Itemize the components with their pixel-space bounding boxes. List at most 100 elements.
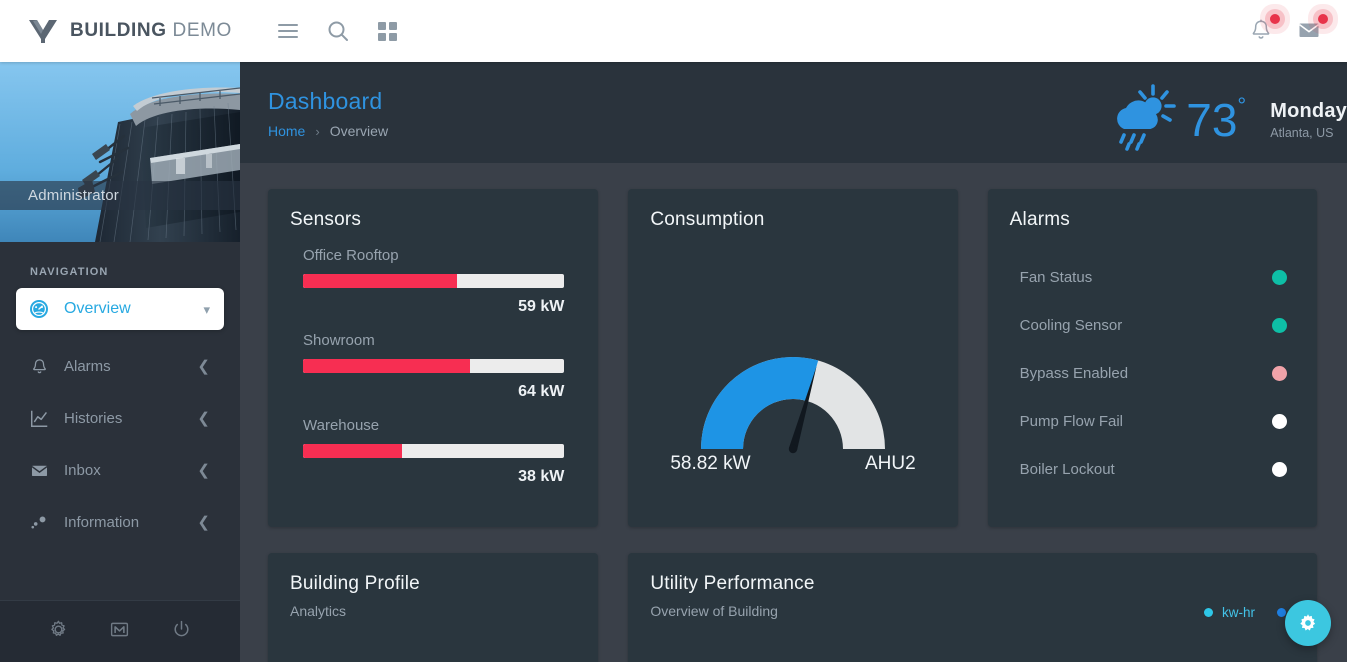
sidebar-item-label: Alarms (64, 358, 197, 375)
logo-icon (28, 18, 58, 44)
sidebar-item-histories[interactable]: Histories ❮ (16, 396, 224, 440)
sidebar-item-alarms[interactable]: Alarms ❮ (16, 344, 224, 388)
main-area: Dashboard Home › Overview (240, 62, 1347, 662)
chevron-left-icon: ❮ (197, 411, 210, 426)
top-icon-group (276, 19, 400, 43)
sensor-row: Warehouse 38 kW (303, 417, 564, 486)
sidebar-nav: Overview ▾ Alarms ❮ (0, 288, 240, 544)
nav-heading: NAVIGATION (0, 242, 240, 288)
envelope-notification-dot (1318, 14, 1328, 24)
sensor-value: 64 kW (303, 383, 564, 401)
envelope-icon (28, 461, 50, 480)
sensor-name: Warehouse (303, 417, 564, 434)
card-subtitle: Analytics (268, 595, 598, 619)
sensor-row: Showroom 64 kW (303, 332, 564, 401)
nodes-icon (28, 513, 50, 532)
weather-temperature: 73° (1186, 97, 1246, 143)
bell-icon[interactable] (1249, 18, 1275, 44)
status-badge (1272, 318, 1287, 333)
chevron-left-icon: ❮ (197, 463, 210, 478)
alarm-name: Fan Status (1020, 269, 1272, 286)
chart-legend: kw-hr (1204, 605, 1295, 620)
legend-label: kw-hr (1222, 605, 1255, 620)
bell-notification-dot (1270, 14, 1280, 24)
sidebar-item-information[interactable]: Information ❮ (16, 500, 224, 544)
building-profile-card: Building Profile Analytics (268, 553, 598, 662)
chevron-down-icon: ▾ (203, 303, 210, 316)
sun-cloud-rain-icon (1104, 82, 1182, 157)
alarm-list: Fan Status Cooling Sensor Bypass Enabled (988, 231, 1317, 493)
sensor-progress-bar (303, 359, 564, 373)
dashboard-content: Sensors Office Rooftop 59 kW Showroom (240, 163, 1347, 662)
card-title: Building Profile (268, 553, 598, 595)
weather-widget: 73° Monday Atlanta, US (1104, 82, 1347, 157)
status-badge (1272, 270, 1287, 285)
legend-dot (1204, 608, 1213, 617)
sensor-progress-fill (303, 444, 402, 458)
brand[interactable]: BUILDING DEMO (28, 18, 232, 44)
consumption-gauge (628, 231, 957, 461)
sidebar-footer (0, 600, 240, 662)
breadcrumb-home[interactable]: Home (268, 123, 305, 139)
alarm-row: Boiler Lockout (1020, 445, 1287, 493)
weather-location: Atlanta, US (1270, 126, 1347, 140)
sensor-progress-fill (303, 359, 470, 373)
card-title: Alarms (988, 189, 1317, 231)
sensor-progress-bar (303, 444, 564, 458)
profile-banner: Administrator (0, 62, 240, 242)
app-root: BUILDING DEMO (0, 0, 1347, 662)
gear-icon[interactable] (48, 619, 69, 645)
legend-item[interactable]: kw-hr (1204, 605, 1255, 620)
alarms-card: Alarms Fan Status Cooling Sensor Bypass … (988, 189, 1317, 527)
top-right-group (1249, 18, 1323, 44)
alarm-row: Pump Flow Fail (1020, 397, 1287, 445)
status-badge (1272, 414, 1287, 429)
sensor-value: 38 kW (303, 468, 564, 486)
alarm-row: Cooling Sensor (1020, 301, 1287, 349)
sidebar-item-inbox[interactable]: Inbox ❮ (16, 448, 224, 492)
card-title: Utility Performance (628, 553, 1317, 595)
alarm-name: Boiler Lockout (1020, 461, 1272, 478)
brand-text: BUILDING DEMO (70, 20, 232, 42)
sensor-name: Office Rooftop (303, 247, 564, 264)
degree-symbol: ° (1237, 93, 1246, 118)
card-title: Consumption (628, 189, 957, 231)
sidebar-item-overview[interactable]: Overview ▾ (16, 288, 224, 330)
breadcrumb-separator: › (315, 124, 319, 139)
utility-performance-card: Utility Performance Overview of Building… (628, 553, 1317, 662)
alarm-name: Cooling Sensor (1020, 317, 1272, 334)
chevron-left-icon: ❮ (197, 515, 210, 530)
mail-box-icon[interactable] (109, 619, 130, 645)
sensor-row: Office Rooftop 59 kW (303, 247, 564, 316)
sensor-list: Office Rooftop 59 kW Showroom 64 kW (268, 231, 598, 486)
chevron-left-icon: ❮ (197, 359, 210, 374)
apps-grid-icon[interactable] (376, 19, 400, 43)
brand-bold: BUILDING (70, 20, 167, 41)
gear-icon (1297, 612, 1319, 634)
sidebar-item-label: Inbox (64, 462, 197, 479)
cards-row-2: Building Profile Analytics Utility Perfo… (268, 553, 1317, 662)
building-photo (0, 62, 240, 242)
weather-text: Monday Atlanta, US (1270, 100, 1347, 140)
power-icon[interactable] (171, 619, 192, 645)
sidebar-item-label: Overview (64, 300, 203, 318)
envelope-icon[interactable] (1297, 18, 1323, 44)
sensor-progress-bar (303, 274, 564, 288)
consumption-card: Consumption 58.82 kW AHU2 (628, 189, 957, 527)
settings-fab-button[interactable] (1285, 600, 1331, 646)
sensor-name: Showroom (303, 332, 564, 349)
sidebar-item-label: Histories (64, 410, 197, 427)
page-header: Dashboard Home › Overview (240, 62, 1347, 163)
legend-dot (1277, 608, 1286, 617)
top-bar: BUILDING DEMO (0, 0, 1347, 62)
sensor-progress-fill (303, 274, 457, 288)
alarm-row: Bypass Enabled (1020, 349, 1287, 397)
menu-icon[interactable] (276, 19, 300, 43)
gauge-fill (701, 357, 818, 449)
sidebar: Administrator NAVIGATION Overview ▾ (0, 62, 240, 662)
profile-name: Administrator (0, 181, 240, 210)
alarm-row: Fan Status (1020, 253, 1287, 301)
search-icon[interactable] (326, 19, 350, 43)
gauge-graphic (693, 349, 893, 461)
sensors-card: Sensors Office Rooftop 59 kW Showroom (268, 189, 598, 527)
